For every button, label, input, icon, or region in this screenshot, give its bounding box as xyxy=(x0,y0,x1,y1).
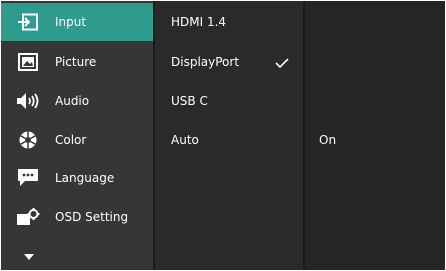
menu-item-language[interactable]: Language xyxy=(1,159,153,197)
value-option-on[interactable]: On xyxy=(305,121,445,159)
submenu-item-auto[interactable]: Auto xyxy=(155,121,303,159)
value-panel: On xyxy=(303,1,445,270)
menu-item-picture[interactable]: Picture xyxy=(1,43,153,81)
input-submenu: HDMI 1.4 DisplayPort USB C Auto xyxy=(153,1,303,270)
menu-item-label: Language xyxy=(55,171,115,185)
menu-item-label: Picture xyxy=(55,55,97,69)
menu-item-label: Color xyxy=(55,133,87,147)
checkmark-icon xyxy=(275,57,289,69)
menu-item-label: Audio xyxy=(55,94,90,108)
menu-item-label: Input xyxy=(55,15,87,29)
color-wheel-icon xyxy=(13,128,43,152)
submenu-item-label: USB C xyxy=(171,94,208,108)
picture-icon xyxy=(13,50,43,74)
main-menu: Input Picture Audio Color Language OSD S… xyxy=(1,1,153,270)
chevron-down-icon[interactable] xyxy=(19,250,39,264)
menu-item-input[interactable]: Input xyxy=(1,3,153,41)
submenu-item-label: Auto xyxy=(171,133,199,147)
speech-bubble-icon xyxy=(13,166,43,190)
menu-item-label: OSD Setting xyxy=(55,210,129,224)
submenu-item-label: DisplayPort xyxy=(171,55,240,69)
menu-item-osd-setting[interactable]: OSD Setting xyxy=(1,198,153,236)
input-icon xyxy=(13,10,43,34)
value-label: On xyxy=(319,133,337,147)
osd-menu: Input Picture Audio Color Language OSD S… xyxy=(1,1,445,270)
menu-item-color[interactable]: Color xyxy=(1,121,153,159)
speaker-icon xyxy=(13,89,43,113)
submenu-item-hdmi[interactable]: HDMI 1.4 xyxy=(155,3,303,41)
menu-item-audio[interactable]: Audio xyxy=(1,82,153,120)
submenu-item-displayport[interactable]: DisplayPort xyxy=(155,43,303,81)
submenu-item-label: HDMI 1.4 xyxy=(171,15,227,29)
submenu-item-usb-c[interactable]: USB C xyxy=(155,82,303,120)
osd-settings-icon xyxy=(13,205,43,229)
